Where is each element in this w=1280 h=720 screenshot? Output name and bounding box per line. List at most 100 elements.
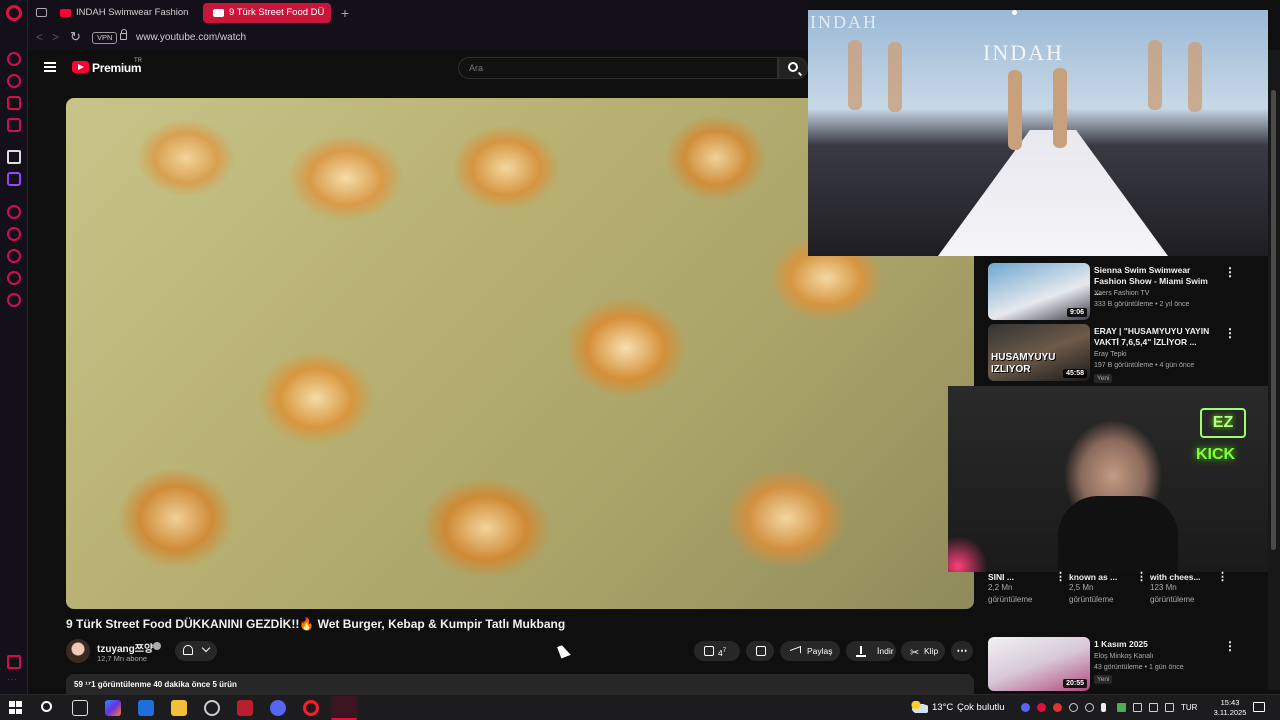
region-code: TR: [134, 58, 142, 64]
video-thumbnail[interactable]: HUSAMYUYU IZLIYOR 45:58: [988, 324, 1090, 381]
rail-aria-icon[interactable]: [7, 150, 21, 164]
rail-messenger-icon[interactable]: [7, 96, 21, 110]
lock-icon[interactable]: [120, 29, 127, 40]
rail-app-icon[interactable]: [7, 52, 21, 66]
pip-brand-text: INDAH: [983, 40, 1064, 65]
rail-player-icon[interactable]: [7, 205, 21, 219]
like-button[interactable]: 47: [694, 641, 740, 661]
weather-icon[interactable]: [910, 701, 928, 713]
recommendation-title[interactable]: 1 Kasım 2025: [1094, 639, 1214, 650]
clip-label: Klip: [924, 646, 939, 656]
shelf-item[interactable]: known as ... 2,5 Mn görüntüleme ⋮: [1069, 570, 1147, 606]
recommendation-channel[interactable]: Yaers Fashion TV: [1094, 290, 1149, 297]
recommendation-channel[interactable]: Eray Tepki: [1094, 351, 1127, 358]
forward-icon[interactable]: >: [52, 30, 59, 44]
more-options-icon[interactable]: ⋮: [1224, 265, 1236, 279]
video-thumbnail[interactable]: 20:55: [988, 637, 1090, 691]
youtube-header: Premium TR: [28, 50, 808, 86]
vpn-badge[interactable]: VPN: [92, 32, 118, 44]
notification-icon[interactable]: [1253, 702, 1265, 712]
scrollbar-thumb[interactable]: [1271, 90, 1276, 550]
back-icon[interactable]: <: [36, 30, 43, 44]
task-view-icon[interactable]: [72, 700, 88, 716]
network-icon[interactable]: [1149, 703, 1158, 712]
more-options-icon[interactable]: ⋮: [1136, 570, 1147, 583]
volume-icon[interactable]: [1165, 703, 1174, 712]
opera-gx-active-icon[interactable]: [331, 696, 357, 720]
new-tab-button[interactable]: +: [336, 3, 354, 23]
tab-menu-icon[interactable]: [36, 8, 47, 17]
download-button[interactable]: İndir: [846, 641, 896, 661]
copilot-icon[interactable]: [105, 700, 121, 716]
tray-discord-icon[interactable]: [1021, 703, 1030, 712]
model-figure: [1053, 68, 1067, 148]
tray-app-icon[interactable]: [1085, 703, 1094, 712]
reload-icon[interactable]: ↻: [70, 29, 81, 45]
app-icon[interactable]: [204, 700, 220, 716]
outlook-icon[interactable]: [138, 700, 154, 716]
tab-street-food[interactable]: 9 Türk Street Food DÜ: [203, 3, 331, 23]
tray-opera-icon[interactable]: [1037, 703, 1046, 712]
pip-video-runway[interactable]: INDAH INDAH: [808, 10, 1268, 256]
rail-pinboard-icon[interactable]: [7, 227, 21, 241]
recommendation-item[interactable]: 9:06 Sienna Swim Swimwear Fashion Show -…: [988, 263, 1238, 323]
page-scrollbar[interactable]: [1268, 50, 1280, 690]
more-actions-button[interactable]: ⋯: [951, 641, 973, 661]
app-icon[interactable]: [237, 700, 253, 716]
opera-icon[interactable]: [303, 700, 319, 716]
clock-date[interactable]: 3.11.2025: [1204, 708, 1256, 717]
channel-name[interactable]: tzuyang쯔양: [97, 640, 153, 655]
opera-logo-icon[interactable]: [6, 5, 22, 21]
clock-time[interactable]: 15:43: [1210, 698, 1250, 707]
recommendation-title[interactable]: ERAY | "HUSAMYUYU YAYIN VAKTİ 7,6,5,4" İ…: [1094, 326, 1214, 348]
search-icon[interactable]: [41, 701, 52, 712]
more-options-icon[interactable]: ⋮: [1055, 570, 1066, 583]
tray-nvidia-icon[interactable]: [1117, 703, 1126, 712]
microphone-icon[interactable]: [1101, 703, 1106, 712]
discord-icon[interactable]: [270, 700, 286, 716]
language-indicator[interactable]: TUR: [1181, 703, 1197, 712]
model-figure: [1008, 70, 1022, 150]
tray-app-icon[interactable]: [1053, 703, 1062, 712]
channel-avatar[interactable]: [66, 639, 90, 663]
share-button[interactable]: Paylaş: [780, 641, 840, 661]
youtube-logo-icon[interactable]: [72, 61, 89, 73]
more-options-icon[interactable]: ⋮: [1224, 326, 1236, 340]
clip-button[interactable]: Klip: [901, 641, 945, 663]
recommendation-item[interactable]: HUSAMYUYU IZLIYOR 45:58 ERAY | "HUSAMYUY…: [988, 324, 1238, 384]
rail-more-icon[interactable]: ···: [7, 675, 21, 691]
shelf-views: 123 Mn: [1150, 583, 1177, 592]
tray-app-icon[interactable]: [1069, 703, 1078, 712]
weather-description[interactable]: Çok bulutlu: [957, 702, 1005, 713]
shelf-item[interactable]: SINI ... 2,2 Mn görüntüleme ⋮: [988, 570, 1066, 606]
video-thumbnail[interactable]: 9:06: [988, 263, 1090, 320]
search-input[interactable]: [458, 57, 778, 79]
recommendation-item[interactable]: 20:55 1 Kasım 2025 Eloş Minkoş Kanalı 43…: [988, 637, 1238, 697]
recommendation-channel[interactable]: Eloş Minkoş Kanalı: [1094, 653, 1154, 660]
file-explorer-icon[interactable]: [171, 700, 187, 716]
notification-button[interactable]: [175, 641, 217, 661]
url-field[interactable]: www.youtube.com/watch: [136, 32, 246, 43]
tab-indah-swimwear[interactable]: INDAH Swimwear Fashion: [50, 3, 198, 23]
rail-instagram-icon[interactable]: [7, 118, 21, 132]
rail-app-icon[interactable]: [7, 74, 21, 88]
browser-sidebar: ···: [0, 0, 28, 720]
rail-twitch-icon[interactable]: [7, 172, 21, 186]
rail-gx-icon[interactable]: [7, 655, 21, 669]
description-box[interactable]: 59 ¹⁷1 görüntülenme 40 dakika önce 5 ürü…: [66, 674, 974, 694]
menu-icon[interactable]: [44, 62, 56, 72]
more-options-icon[interactable]: ⋮: [1224, 639, 1236, 653]
dislike-button[interactable]: [746, 641, 774, 661]
tray-app-icon[interactable]: [1133, 703, 1142, 712]
chevron-down-icon: [201, 643, 211, 653]
thumbnail-overlay-text: HUSAMYUYU IZLIYOR: [991, 352, 1056, 375]
rail-settings-icon[interactable]: [7, 293, 21, 307]
model-figure: [848, 40, 862, 110]
rail-history-icon[interactable]: [7, 249, 21, 263]
more-options-icon[interactable]: ⋮: [1217, 570, 1228, 583]
search-button[interactable]: [778, 57, 808, 79]
weather-temperature[interactable]: 13°C: [932, 702, 953, 713]
rail-extensions-icon[interactable]: [7, 271, 21, 285]
windows-start-icon[interactable]: [9, 701, 22, 714]
shelf-item[interactable]: with chees... 123 Mn görüntüleme ⋮: [1150, 570, 1228, 606]
